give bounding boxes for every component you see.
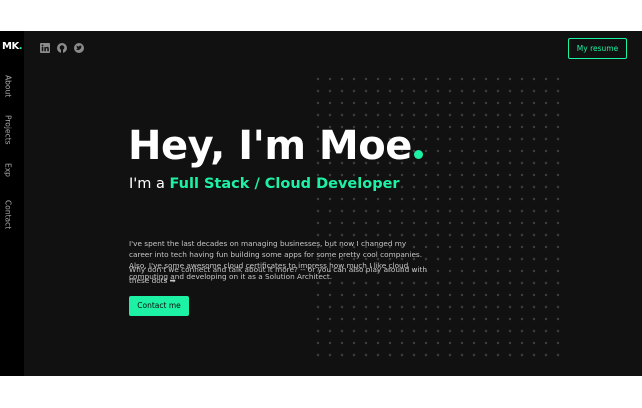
portfolio-page: MK. About Projects Exp Contact My resume… xyxy=(0,31,642,376)
hero-title: Hey, I'm Moe xyxy=(128,126,423,166)
role-highlight: Full Stack / Cloud Developer xyxy=(169,176,400,192)
linkedin-icon[interactable] xyxy=(40,43,50,53)
interactive-dots-grid[interactable] xyxy=(310,71,565,366)
my-resume-button[interactable]: My resume xyxy=(568,38,627,59)
hero-subtitle: I'm a Full Stack / Cloud Developer xyxy=(129,176,400,192)
connect-paragraph: Why don't we connect and talk about it m… xyxy=(129,265,428,285)
nav-about[interactable]: About xyxy=(4,75,13,97)
contact-me-button[interactable]: Contact me xyxy=(129,296,189,316)
sidebar: MK. About Projects Exp Contact xyxy=(0,31,24,376)
nav-projects[interactable]: Projects xyxy=(4,115,13,145)
github-icon[interactable] xyxy=(57,43,67,53)
nav-exp[interactable]: Exp xyxy=(4,163,13,177)
twitter-icon[interactable] xyxy=(74,43,84,53)
logo[interactable]: MK. xyxy=(2,42,23,52)
nav-contact[interactable]: Contact xyxy=(4,200,13,229)
accent-dot xyxy=(413,150,423,159)
